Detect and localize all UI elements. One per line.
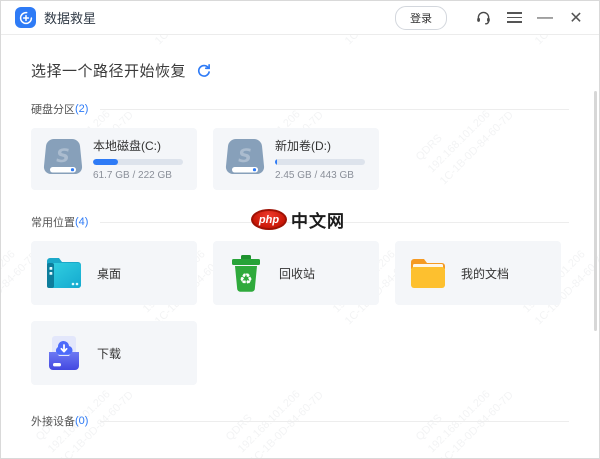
svg-text:♻: ♻ [239, 270, 252, 288]
section-partitions-label: 硬盘分区 [31, 101, 75, 117]
location-card-documents[interactable]: 我的文档 [395, 241, 561, 305]
section-external-count: (0) [75, 415, 88, 427]
section-divider [100, 421, 569, 422]
login-button[interactable]: 登录 [395, 6, 447, 30]
drive-info: 新加卷(D:) 2.45 GB / 443 GB [275, 137, 365, 181]
location-label: 下载 [97, 345, 121, 362]
drive-info: 本地磁盘(C:) 61.7 GB / 222 GB [93, 137, 183, 181]
location-card-grid: 桌面 ♻ 回收站 我的文档 [31, 241, 569, 385]
location-card-desktop[interactable]: 桌面 [31, 241, 197, 305]
documents-folder-icon [408, 255, 448, 291]
drive-card-d[interactable]: S 新加卷(D:) 2.45 GB / 443 GB [213, 128, 379, 190]
drive-size-text: 2.45 GB / 443 GB [275, 170, 365, 181]
drive-name: 本地磁盘(C:) [93, 137, 183, 154]
close-button[interactable]: ✕ [567, 9, 585, 27]
drive-usage-bar [275, 159, 365, 165]
drive-name: 新加卷(D:) [275, 137, 365, 154]
app-title: 数据救星 [44, 8, 96, 27]
location-card-recycle-bin[interactable]: ♻ 回收站 [213, 241, 379, 305]
location-card-downloads[interactable]: 下载 [31, 321, 197, 385]
section-common-header: 常用位置(4) [31, 214, 569, 230]
main-content: 选择一个路径开始恢复 硬盘分区(2) S 本地磁盘(C:) [1, 60, 599, 429]
recycle-bin-icon: ♻ [226, 254, 266, 292]
section-common-count: (4) [75, 216, 88, 228]
partition-card-grid: S 本地磁盘(C:) 61.7 GB / 222 GB S [31, 128, 569, 190]
drive-card-c[interactable]: S 本地磁盘(C:) 61.7 GB / 222 GB [31, 128, 197, 190]
desktop-folder-icon [44, 255, 84, 291]
vertical-scrollbar-thumb[interactable] [594, 91, 597, 331]
section-common-label: 常用位置 [31, 214, 75, 230]
location-label: 回收站 [279, 265, 315, 282]
drive-usage-fill [93, 159, 118, 165]
svg-text:S: S [56, 145, 70, 167]
headset-support-icon[interactable] [474, 9, 492, 27]
hard-drive-icon: S [41, 136, 85, 183]
close-icon: ✕ [569, 8, 582, 28]
page-title: 选择一个路径开始恢复 [31, 60, 186, 81]
menu-icon[interactable] [505, 9, 523, 27]
titlebar: 数据救星 登录 — ✕ [1, 1, 599, 35]
section-external-label: 外接设备 [31, 413, 75, 429]
drive-usage-bar [93, 159, 183, 165]
hard-drive-icon: S [223, 136, 267, 183]
drive-size-text: 61.7 GB / 222 GB [93, 170, 183, 181]
section-partitions-header: 硬盘分区(2) [31, 101, 569, 117]
section-external-header: 外接设备(0) [31, 413, 569, 429]
app-logo-icon [15, 7, 36, 28]
drive-usage-fill [275, 159, 277, 165]
minimize-button[interactable]: — [536, 9, 554, 27]
downloads-icon [44, 334, 84, 372]
location-label: 桌面 [97, 265, 121, 282]
location-label: 我的文档 [461, 265, 509, 282]
section-divider [100, 222, 569, 223]
svg-text:S: S [238, 145, 252, 167]
refresh-icon[interactable] [196, 63, 211, 78]
section-divider [100, 109, 569, 110]
minimize-icon: — [537, 13, 553, 23]
section-partitions-count: (2) [75, 103, 88, 115]
